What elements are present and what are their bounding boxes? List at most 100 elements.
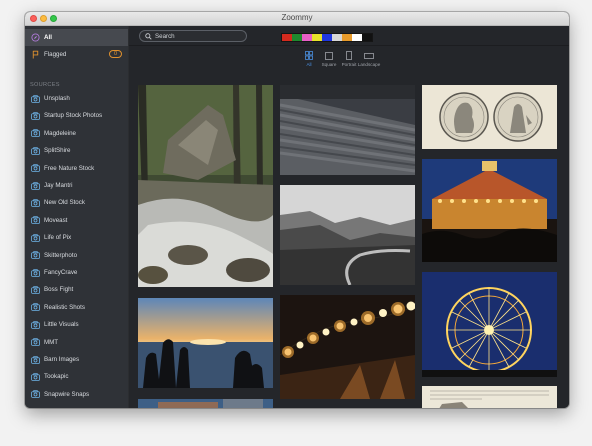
sidebar-item-source[interactable]: Free Nature Stock (25, 160, 128, 177)
sidebar-item-source[interactable]: New Old Stock (25, 194, 128, 211)
camera-icon (30, 319, 41, 330)
sidebar-item-label: Life of Pix (44, 234, 72, 242)
color-swatch[interactable] (312, 34, 322, 41)
sidebar-item-label: Magdeleine (44, 129, 76, 137)
app-window: Zoommy All Flagged 0 SOURCES Unsplash Sta… (25, 12, 569, 408)
sidebar-item-source[interactable]: Magdeleine (25, 125, 128, 142)
format-landscape-button[interactable]: Landscape (357, 50, 381, 67)
vintage-coins-photo[interactable] (422, 85, 557, 149)
color-swatch[interactable] (302, 34, 312, 41)
color-swatch[interactable] (282, 34, 292, 41)
camera-icon (30, 267, 41, 278)
camera-icon (30, 406, 41, 408)
camera-icon (30, 354, 41, 365)
search-box[interactable] (139, 30, 247, 42)
camera-icon (30, 163, 41, 174)
sidebar-item-label: New Old Stock (44, 199, 85, 207)
sidebar-item-source[interactable]: Unsplash (25, 90, 128, 107)
search-icon (145, 32, 152, 40)
camera-icon (30, 232, 41, 243)
sidebar-item-source[interactable]: Barn Images (25, 351, 128, 368)
flag-icon (30, 49, 41, 60)
main-content: All Square Portrait Landscape (129, 26, 569, 408)
sidebar-item-label: Skitterphoto (44, 251, 78, 259)
landscape-icon (364, 50, 374, 61)
camera-icon (30, 250, 41, 261)
sidebar-item-label: Little Visuals (44, 321, 79, 329)
bark-closeup-photo[interactable] (280, 85, 415, 175)
color-swatch[interactable] (292, 34, 302, 41)
sidebar-item-label: Startup Stock Photos (44, 112, 103, 120)
sidebar-item-source[interactable]: Boss Fight (25, 281, 128, 298)
sidebar-item-label: Unsplash (44, 95, 70, 102)
color-swatch[interactable] (352, 34, 362, 41)
mountain-road-photo[interactable] (280, 185, 415, 285)
sidebar-item-source[interactable]: MMT (25, 334, 128, 351)
format-label: Square (321, 62, 337, 67)
color-swatch[interactable] (342, 34, 352, 41)
camera-icon (30, 180, 41, 191)
color-swatch[interactable] (322, 34, 332, 41)
sidebar-item-label: All (44, 34, 52, 41)
sidebar-item-label: SplitShire (44, 147, 71, 155)
sidebar-item-label: Barn Images (44, 356, 80, 363)
building-photo[interactable] (138, 398, 273, 408)
string-lights-photo[interactable] (280, 295, 415, 399)
format-all-button[interactable]: All (299, 50, 319, 67)
camera-icon (30, 93, 41, 104)
camera-icon (30, 302, 41, 313)
title-bar: Zoommy (25, 12, 569, 26)
sources-section-heading: SOURCES (30, 82, 60, 88)
sidebar-item-label: Free Nature Stock (44, 164, 95, 172)
sidebar-item-source[interactable]: Skitterphoto (25, 247, 128, 264)
sunset-silhouettes-photo[interactable] (138, 298, 273, 388)
carousel-night-photo[interactable] (422, 159, 557, 262)
camera-icon (30, 110, 41, 121)
format-filter: All Square Portrait Landscape (299, 50, 381, 67)
format-portrait-button[interactable]: Portrait (339, 50, 359, 67)
sidebar-item-label: FancyCrave (44, 269, 78, 276)
sidebar-item-label: Jay Mantri (44, 182, 73, 189)
ferris-wheel-photo[interactable] (422, 272, 557, 377)
sidebar-item-label: Flagged (44, 51, 67, 58)
search-input[interactable] (155, 32, 240, 40)
sidebar-item-source[interactable]: Startup Stock Photos (25, 107, 128, 124)
color-swatch[interactable] (332, 34, 342, 41)
sidebar-item-label: Snapwire Snaps (44, 390, 90, 398)
camera-icon (30, 389, 41, 400)
format-label: Portrait (341, 62, 357, 67)
sidebar-item-source[interactable]: Snapwire Snaps (25, 386, 128, 403)
sidebar-item-source[interactable]: FancyCrave (25, 264, 128, 281)
color-filter (281, 33, 373, 42)
sidebar: All Flagged 0 SOURCES Unsplash Startup St… (25, 26, 128, 408)
sidebar-item-label: MMT (44, 338, 59, 346)
sidebar-item-source[interactable]: Realistic Shots (25, 299, 128, 316)
format-label: Landscape (357, 62, 381, 67)
sidebar-item-source[interactable]: Public Domain Archive (25, 403, 128, 408)
forest-stream-photo[interactable] (138, 85, 273, 287)
flagged-count-badge: 0 (109, 50, 122, 58)
sidebar-item-source[interactable]: SplitShire (25, 142, 128, 159)
sidebar-item-label: Tookapic (44, 373, 69, 381)
sidebar-item-source[interactable]: Tookapic (25, 368, 128, 385)
camera-icon (30, 371, 41, 382)
sidebar-item-flagged[interactable]: Flagged 0 (25, 46, 128, 63)
sidebar-item-label: Moveast (44, 216, 68, 224)
sidebar-item-all[interactable]: All (25, 29, 128, 46)
camera-icon (30, 215, 41, 226)
sidebar-item-source[interactable]: Moveast (25, 212, 128, 229)
color-swatch[interactable] (362, 34, 372, 41)
old-print-photo[interactable] (422, 386, 557, 408)
square-icon (325, 50, 333, 61)
sidebar-item-label: Boss Fight (44, 286, 74, 294)
sidebar-item-source[interactable]: Jay Mantri (25, 177, 128, 194)
sidebar-item-source[interactable]: Little Visuals (25, 316, 128, 333)
format-label: All (306, 62, 312, 67)
format-square-button[interactable]: Square (319, 50, 339, 67)
sidebar-item-label: Realistic Shots (44, 303, 85, 311)
camera-icon (30, 284, 41, 295)
grid-icon (305, 50, 313, 61)
camera-icon (30, 337, 41, 348)
sidebar-item-source[interactable]: Life of Pix (25, 229, 128, 246)
camera-icon (30, 197, 41, 208)
